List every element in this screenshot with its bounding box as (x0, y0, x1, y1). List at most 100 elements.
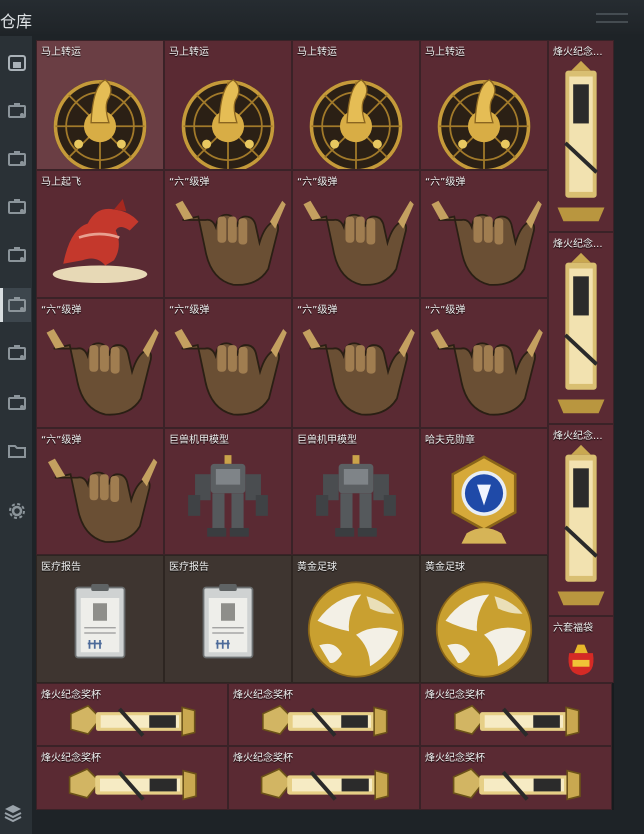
item-label: 巨兽机甲模型 (169, 435, 229, 446)
hand-icon (47, 458, 158, 543)
inventory-item[interactable]: 马上起飞 (36, 170, 164, 298)
item-label: 烽火纪念奖杯 (425, 690, 485, 701)
item-label: 黄金足球 (425, 562, 465, 573)
hand-icon (175, 200, 286, 286)
case-icon (8, 199, 26, 214)
inventory-item[interactable]: “六”级弹 (164, 298, 292, 428)
inventory-item[interactable]: 烽火纪念奖杯 (228, 746, 420, 810)
wheel-icon (53, 79, 147, 169)
inventory-item[interactable]: 烽火纪念奖杯 (420, 746, 612, 810)
sidebar-case-icon[interactable] (0, 336, 31, 370)
item-label: 烽火纪念奖杯 (41, 690, 101, 701)
item-label: “六”级弹 (297, 305, 338, 316)
trophy-tall-icon (557, 252, 605, 414)
inventory-item[interactable]: 烽火纪念奖杯 (36, 746, 228, 810)
item-label: 烽火纪念... (553, 47, 603, 58)
inventory-item[interactable]: 马上转运 (292, 40, 420, 170)
hand-icon (174, 329, 287, 416)
sidebar-folder-icon[interactable] (0, 434, 31, 468)
item-label: 六套福袋 (553, 623, 593, 634)
ball-icon (435, 581, 533, 678)
sidebar-case-icon[interactable] (0, 190, 31, 224)
item-label: “六”级弹 (297, 177, 338, 188)
inventory-item[interactable]: 烽火纪念... (548, 40, 614, 232)
hand-icon (431, 200, 542, 286)
inventory-item[interactable]: “六”级弹 (36, 298, 164, 428)
inventory-item[interactable]: 烽火纪念奖杯 (420, 683, 612, 746)
sidebar-case-icon[interactable] (0, 386, 31, 420)
item-label: “六”级弹 (41, 435, 82, 446)
item-label: 烽火纪念... (553, 239, 603, 250)
inventory-item[interactable]: “六”级弹 (164, 170, 292, 298)
sidebar-case-icon[interactable] (0, 238, 31, 272)
wheel-icon (309, 79, 403, 169)
inventory-item[interactable]: 医疗报告 (164, 555, 292, 683)
item-label: 马上转运 (297, 47, 337, 58)
trophy-wide-icon (68, 768, 197, 801)
folder-icon (8, 445, 26, 458)
medal-icon (451, 455, 517, 544)
layers-icon[interactable] (2, 802, 24, 824)
inventory-item[interactable]: “六”级弹 (292, 298, 420, 428)
item-label: “六”级弹 (425, 305, 466, 316)
item-label: “六”级弹 (169, 177, 210, 188)
item-label: 马上转运 (425, 47, 465, 58)
hand-icon (430, 329, 543, 416)
inventory-item[interactable]: 医疗报告 (36, 555, 164, 683)
bag-icon (568, 644, 594, 676)
page-title: 仓库 (0, 12, 33, 31)
item-label: 哈夫克勋章 (425, 435, 475, 446)
inventory-item[interactable]: 六套福袋 (548, 616, 614, 683)
trophy-wide-icon (454, 704, 580, 737)
sidebar-case-icon[interactable] (0, 142, 31, 176)
trophy-wide-icon (260, 768, 389, 801)
menu-icon[interactable] (596, 13, 628, 23)
trophy-wide-icon (262, 704, 388, 737)
sidebar-gear-icon[interactable] (0, 494, 31, 528)
trophy-tall-icon (557, 444, 605, 606)
sidebar-case-icon[interactable] (0, 288, 31, 322)
case-icon (8, 345, 26, 360)
item-label: 马上转运 (169, 47, 209, 58)
item-label: 巨兽机甲模型 (297, 435, 357, 446)
inventory-item[interactable]: 烽火纪念奖杯 (228, 683, 420, 746)
sidebar (0, 36, 32, 834)
case-icon (8, 103, 26, 118)
item-label: 烽火纪念奖杯 (233, 753, 293, 764)
wheel-icon (437, 79, 531, 169)
clipboard-icon (74, 584, 126, 659)
item-label: 马上转运 (41, 47, 81, 58)
horse-icon (52, 199, 148, 283)
mech-icon (316, 455, 396, 537)
sidebar-case-icon[interactable] (0, 94, 31, 128)
box-icon (8, 55, 26, 71)
inventory-item[interactable]: 马上转运 (420, 40, 548, 170)
inventory-item[interactable]: 马上转运 (36, 40, 164, 170)
inventory-item[interactable]: 烽火纪念奖杯 (36, 683, 228, 746)
item-label: 烽火纪念奖杯 (233, 690, 293, 701)
item-label: 烽火纪念奖杯 (425, 753, 485, 764)
inventory-item[interactable]: 巨兽机甲模型 (292, 428, 420, 555)
mech-icon (188, 455, 268, 537)
hand-icon (46, 329, 159, 416)
inventory-item[interactable]: “六”级弹 (420, 170, 548, 298)
item-label: 医疗报告 (169, 562, 209, 573)
inventory-item[interactable]: 马上转运 (164, 40, 292, 170)
trophy-wide-icon (452, 768, 581, 801)
inventory-item[interactable]: 烽火纪念... (548, 424, 614, 616)
inventory-grid: 马上转运 马上转运 马上转运 马上转运 烽火纪念... 马上起飞 “六”级弹 “六”级弹 “六”… (36, 40, 614, 810)
case-icon (8, 247, 26, 262)
gear-icon (9, 503, 25, 519)
inventory-item[interactable]: 黄金足球 (292, 555, 420, 683)
hand-icon (303, 200, 414, 286)
ball-icon (307, 581, 405, 678)
top-bar: 仓库 (0, 0, 644, 34)
inventory-item[interactable]: “六”级弹 (420, 298, 548, 428)
inventory-item[interactable]: “六”级弹 (292, 170, 420, 298)
inventory-item[interactable]: 黄金足球 (420, 555, 548, 683)
sidebar-box-icon[interactable] (0, 46, 31, 80)
inventory-item[interactable]: 巨兽机甲模型 (164, 428, 292, 555)
inventory-item[interactable]: 哈夫克勋章 (420, 428, 548, 555)
inventory-item[interactable]: 烽火纪念... (548, 232, 614, 424)
inventory-item[interactable]: “六”级弹 (36, 428, 164, 555)
